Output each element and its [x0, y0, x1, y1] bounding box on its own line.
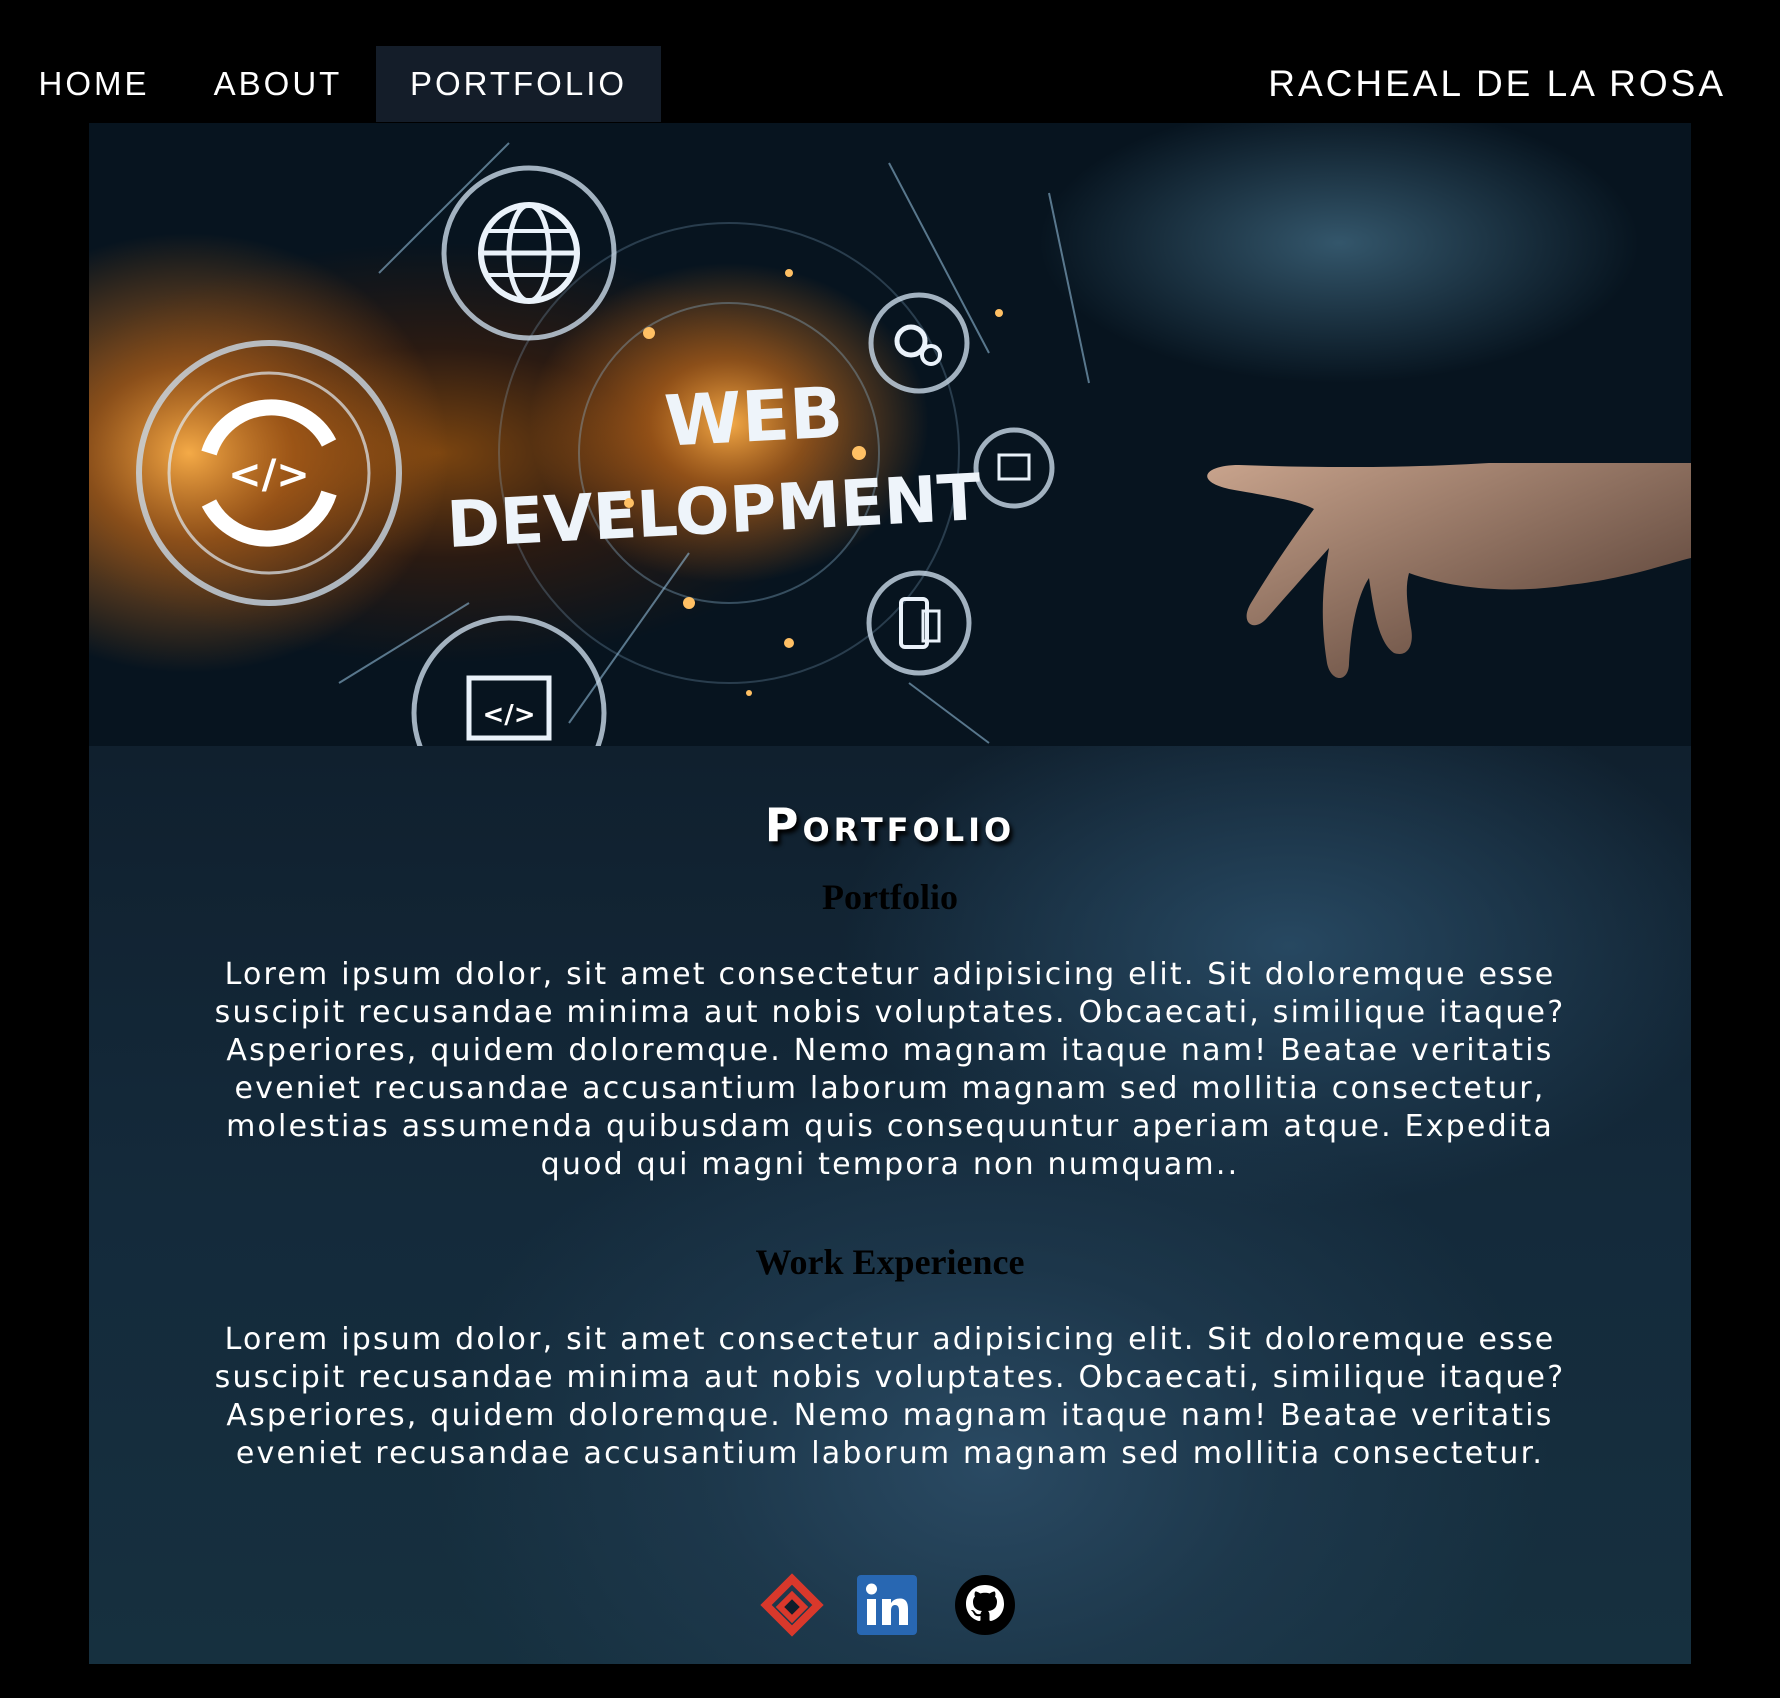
- work-experience-description: Lorem ipsum dolor, sit amet consectetur …: [214, 1322, 1566, 1471]
- gitkraken-icon[interactable]: [760, 1573, 824, 1637]
- work-experience-heading: Work Experience: [755, 1242, 1025, 1282]
- hero-text-web: WEB: [662, 371, 844, 462]
- github-icon[interactable]: [953, 1573, 1017, 1637]
- page-container: </> </> WEB DEVELOPMENT Portfolio Portfo…: [89, 123, 1691, 1664]
- svg-text:</>: </>: [228, 452, 310, 498]
- page-title: Portfolio: [764, 798, 1016, 852]
- svg-text:</>: </>: [482, 700, 535, 730]
- top-navigation: HOME ABOUT PORTFOLIO RACHEAL DE LA ROSA: [0, 0, 1780, 122]
- hero-text-development: DEVELOPMENT: [445, 461, 983, 563]
- linkedin-icon[interactable]: [855, 1573, 919, 1637]
- blue-bokeh: [1039, 123, 1639, 383]
- nav-about-link[interactable]: ABOUT: [196, 46, 360, 122]
- hero-image: </> </> WEB DEVELOPMENT: [89, 123, 1691, 746]
- pointing-hand: [1207, 463, 1691, 678]
- tools-badge: [973, 427, 1055, 509]
- hero-illustration: </> </> WEB DEVELOPMENT: [89, 123, 1691, 746]
- nav-portfolio-link[interactable]: PORTFOLIO: [376, 46, 661, 122]
- portfolio-heading: Portfolio: [822, 877, 958, 917]
- site-brand-name: RACHEAL DE LA ROSA: [1268, 63, 1726, 104]
- portfolio-description: Lorem ipsum dolor, sit amet consectetur …: [214, 957, 1566, 1182]
- code-window-badge: </>: [411, 615, 607, 746]
- portfolio-section: Portfolio Portfolio Lorem ipsum dolor, s…: [89, 746, 1691, 1664]
- globe-badge: [441, 165, 617, 341]
- nav-home-link[interactable]: HOME: [24, 46, 164, 122]
